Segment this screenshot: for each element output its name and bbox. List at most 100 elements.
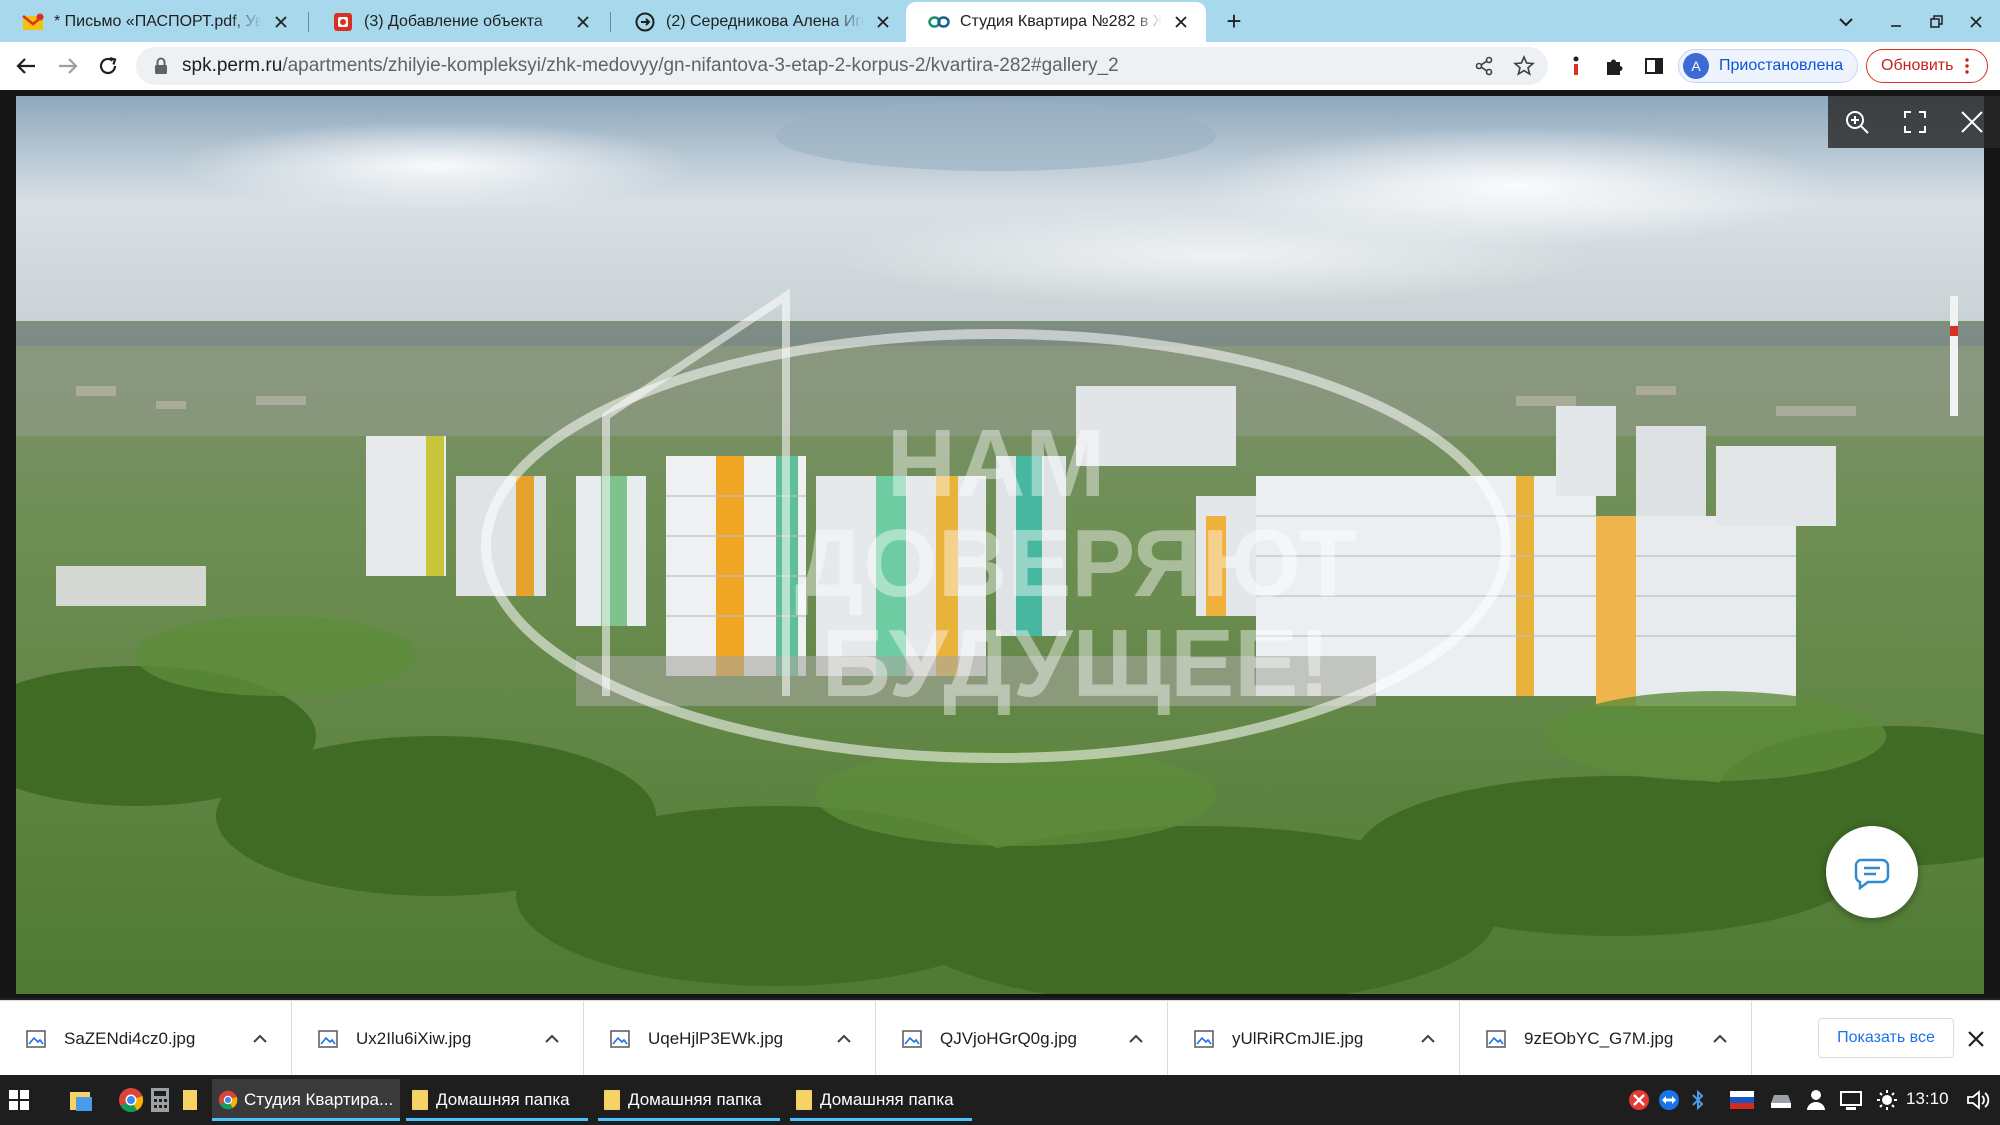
profile-status-label: Приостановлена — [1719, 57, 1844, 74]
profile-button[interactable]: A Приостановлена — [1678, 49, 1858, 83]
taskbar-app-chrome[interactable]: Студия Квартира... — [212, 1079, 400, 1121]
running-indicator — [598, 1118, 780, 1121]
avito-icon — [332, 11, 354, 33]
download-item[interactable]: UqeHjlP3EWk.jpg — [584, 1001, 876, 1076]
watermark-line-3: БУДУЩЕЕ! — [822, 610, 1331, 717]
image-file-icon — [610, 1029, 630, 1048]
chat-widget-button[interactable] — [1826, 826, 1918, 918]
update-label: Обновить — [1881, 57, 1954, 74]
download-filename: 9zEObYC_G7M.jpg — [1524, 1028, 1674, 1048]
download-item[interactable]: QJVjoHGrQ0g.jpg — [876, 1001, 1168, 1076]
taskbar-clock: 13:10 — [1906, 1089, 1949, 1108]
new-tab-button[interactable]: + — [1220, 8, 1248, 36]
tab-title: (3) Добавление объекта — [364, 13, 543, 30]
brightness-icon[interactable] — [1876, 1089, 1898, 1111]
tab-separator — [308, 12, 309, 32]
volume-icon[interactable] — [1966, 1089, 1990, 1111]
taskbar-app-folder[interactable]: Домашняя папка — [406, 1079, 588, 1121]
side-panel-icon[interactable] — [1640, 52, 1668, 80]
folder-icon — [796, 1090, 812, 1110]
close-icon[interactable] — [1960, 110, 1984, 134]
chrome-icon — [218, 1090, 238, 1110]
zoom-in-icon[interactable] — [1844, 109, 1870, 135]
minimize-icon[interactable] — [1886, 12, 1906, 32]
network-icon[interactable] — [1840, 1089, 1862, 1111]
close-icon[interactable] — [572, 11, 594, 33]
spk-logo-icon — [928, 11, 950, 33]
keyboard-layout-flag-icon[interactable] — [1730, 1091, 1754, 1109]
taskbar-app-folder[interactable]: Домашняя папка — [598, 1079, 780, 1121]
image-file-icon — [902, 1029, 922, 1048]
reload-icon[interactable] — [94, 52, 122, 80]
chevron-up-icon[interactable] — [249, 1028, 271, 1050]
more-menu-icon[interactable] — [1965, 58, 1970, 74]
chrome-icon[interactable] — [118, 1087, 144, 1113]
download-filename: SaZENdi4cz0.jpg — [64, 1028, 196, 1048]
chevron-up-icon[interactable] — [1709, 1028, 1731, 1050]
calculator-icon[interactable] — [150, 1087, 170, 1113]
page-content: НАМ ДОВЕРЯЮТ БУДУЩЕЕ! — [0, 90, 2000, 998]
bluetooth-icon[interactable] — [1690, 1089, 1706, 1111]
folder-icon — [412, 1090, 428, 1110]
bookmark-star-icon[interactable] — [1510, 52, 1538, 80]
downloads-bar: SaZENdi4cz0.jpg Ux2Ilu6iXiw.jpg UqeHjlP3… — [0, 1000, 2000, 1076]
image-file-icon — [26, 1029, 46, 1048]
taskbar-app-folder[interactable]: Домашняя папка — [790, 1079, 972, 1121]
tab-title: * Письмо «ПАСПОРТ.pdf, Уведомление — [54, 13, 262, 30]
close-icon[interactable] — [1170, 11, 1192, 33]
notes-icon[interactable] — [182, 1089, 198, 1111]
url-host: spk.perm.ru — [182, 55, 283, 76]
chevron-up-icon[interactable] — [1417, 1028, 1439, 1050]
watermark-line-2: ДОВЕРЯЮТ — [795, 510, 1357, 617]
avatar: A — [1683, 53, 1709, 79]
close-downloads-icon[interactable] — [1964, 1027, 1988, 1051]
close-icon[interactable] — [872, 11, 894, 33]
download-filename: QJVjoHGrQ0g.jpg — [940, 1028, 1077, 1048]
taskbar-app-label: Студия Квартира... — [244, 1090, 394, 1109]
extensions-icon[interactable] — [1600, 52, 1628, 80]
update-button[interactable]: Обновить — [1866, 49, 1988, 83]
download-filename: UqeHjlP3EWk.jpg — [648, 1028, 784, 1048]
chevron-up-icon[interactable] — [833, 1028, 855, 1050]
teamviewer-icon[interactable] — [1658, 1089, 1680, 1111]
download-item[interactable]: 9zEObYC_G7M.jpg — [1460, 1001, 1752, 1076]
tab-avito[interactable]: (3) Добавление объекта — [310, 2, 608, 42]
aerial-residential-complex-image: НАМ ДОВЕРЯЮТ БУДУЩЕЕ! — [16, 96, 1984, 994]
extension-info-icon[interactable] — [1562, 52, 1590, 80]
tab-messenger[interactable]: (2) Середникова Алена Игоревна — [612, 2, 908, 42]
folder-icon — [604, 1090, 620, 1110]
download-filename: yUlRiRCmJIE.jpg — [1232, 1028, 1364, 1048]
share-icon[interactable] — [1470, 52, 1498, 80]
error-tray-icon[interactable] — [1628, 1089, 1650, 1111]
start-menu-icon[interactable] — [8, 1089, 30, 1111]
image-file-icon — [1194, 1029, 1214, 1048]
forward-icon[interactable] — [54, 52, 82, 80]
address-bar[interactable]: spk.perm.ru/apartments/zhilyie-kompleksy… — [136, 47, 1548, 85]
chevron-up-icon[interactable] — [1125, 1028, 1147, 1050]
chevron-up-icon[interactable] — [541, 1028, 563, 1050]
tab-search-icon[interactable] — [1836, 12, 1856, 32]
user-icon[interactable] — [1806, 1089, 1826, 1111]
restore-icon[interactable] — [1926, 12, 1946, 32]
messenger-icon — [634, 11, 656, 33]
image-file-icon — [1486, 1029, 1506, 1048]
close-icon[interactable] — [270, 11, 292, 33]
window-close-icon[interactable] — [1966, 12, 1986, 32]
drive-icon[interactable] — [1770, 1093, 1792, 1109]
lock-icon[interactable] — [154, 57, 168, 75]
file-manager-icon[interactable] — [68, 1087, 94, 1113]
image-file-icon — [318, 1029, 338, 1048]
mail-icon — [22, 11, 44, 33]
fullscreen-icon[interactable] — [1903, 110, 1927, 134]
back-icon[interactable] — [12, 52, 40, 80]
download-item[interactable]: Ux2Ilu6iXiw.jpg — [292, 1001, 584, 1076]
tab-spk-apartment[interactable]: Студия Квартира №282 в ЖК Медовый — [906, 2, 1206, 42]
download-item[interactable]: yUlRiRCmJIE.jpg — [1168, 1001, 1460, 1076]
download-item[interactable]: SaZENdi4cz0.jpg — [0, 1001, 292, 1076]
os-taskbar: Студия Квартира... Домашняя папка Домашн… — [0, 1075, 2000, 1125]
browser-toolbar: spk.perm.ru/apartments/zhilyie-kompleksy… — [0, 42, 2000, 90]
watermark-line-1: НАМ — [887, 410, 1106, 517]
tab-mail[interactable]: * Письмо «ПАСПОРТ.pdf, Уведомление — [0, 2, 306, 42]
show-all-downloads-button[interactable]: Показать все — [1818, 1018, 1954, 1058]
tab-title: Студия Квартира №282 в ЖК Медовый — [960, 13, 1162, 30]
